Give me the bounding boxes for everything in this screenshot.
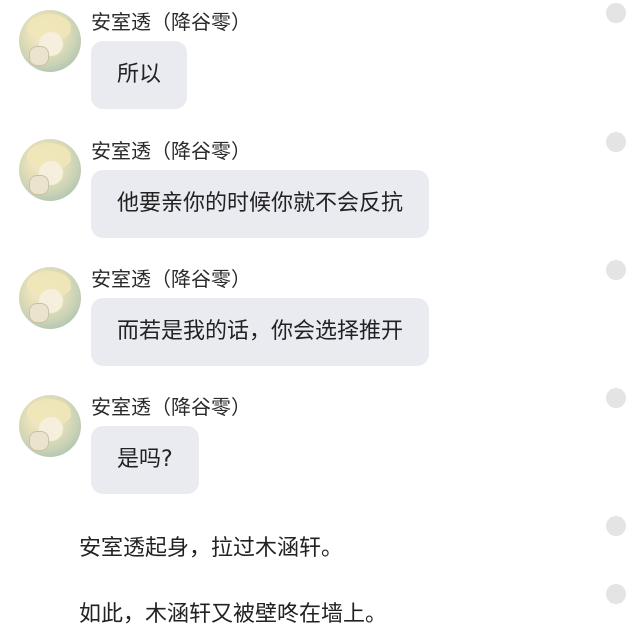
narration-text[interactable]: 安室透起身，拉过木涵轩。 bbox=[79, 530, 343, 562]
message-bubble[interactable]: 所以 bbox=[91, 41, 188, 109]
avatar[interactable] bbox=[19, 10, 81, 72]
sender-name: 安室透（降谷零） bbox=[91, 267, 251, 291]
circle-action-icon[interactable] bbox=[606, 3, 626, 23]
avatar-hand bbox=[29, 175, 49, 195]
message-bubble[interactable]: 他要亲你的时候你就不会反抗 bbox=[91, 170, 430, 238]
circle-action-icon[interactable] bbox=[606, 388, 626, 408]
message-bubble[interactable]: 而若是我的话，你会选择推开 bbox=[91, 298, 430, 366]
circle-action-icon[interactable] bbox=[606, 132, 626, 152]
sender-name: 安室透（降谷零） bbox=[91, 10, 251, 34]
sender-name: 安室透（降谷零） bbox=[91, 395, 251, 419]
circle-action-icon[interactable] bbox=[606, 260, 626, 280]
avatar[interactable] bbox=[19, 139, 81, 201]
avatar[interactable] bbox=[19, 395, 81, 457]
circle-action-icon[interactable] bbox=[606, 516, 626, 536]
avatar-hand bbox=[29, 303, 49, 323]
narration-text[interactable]: 如此，木涵轩又被壁咚在墙上。 bbox=[79, 596, 387, 628]
avatar-hand bbox=[29, 46, 49, 66]
sender-name: 安室透（降谷零） bbox=[91, 139, 251, 163]
avatar[interactable] bbox=[19, 267, 81, 329]
message-bubble[interactable]: 是吗? bbox=[91, 426, 199, 494]
circle-action-icon[interactable] bbox=[606, 584, 626, 604]
avatar-hand bbox=[29, 431, 49, 451]
